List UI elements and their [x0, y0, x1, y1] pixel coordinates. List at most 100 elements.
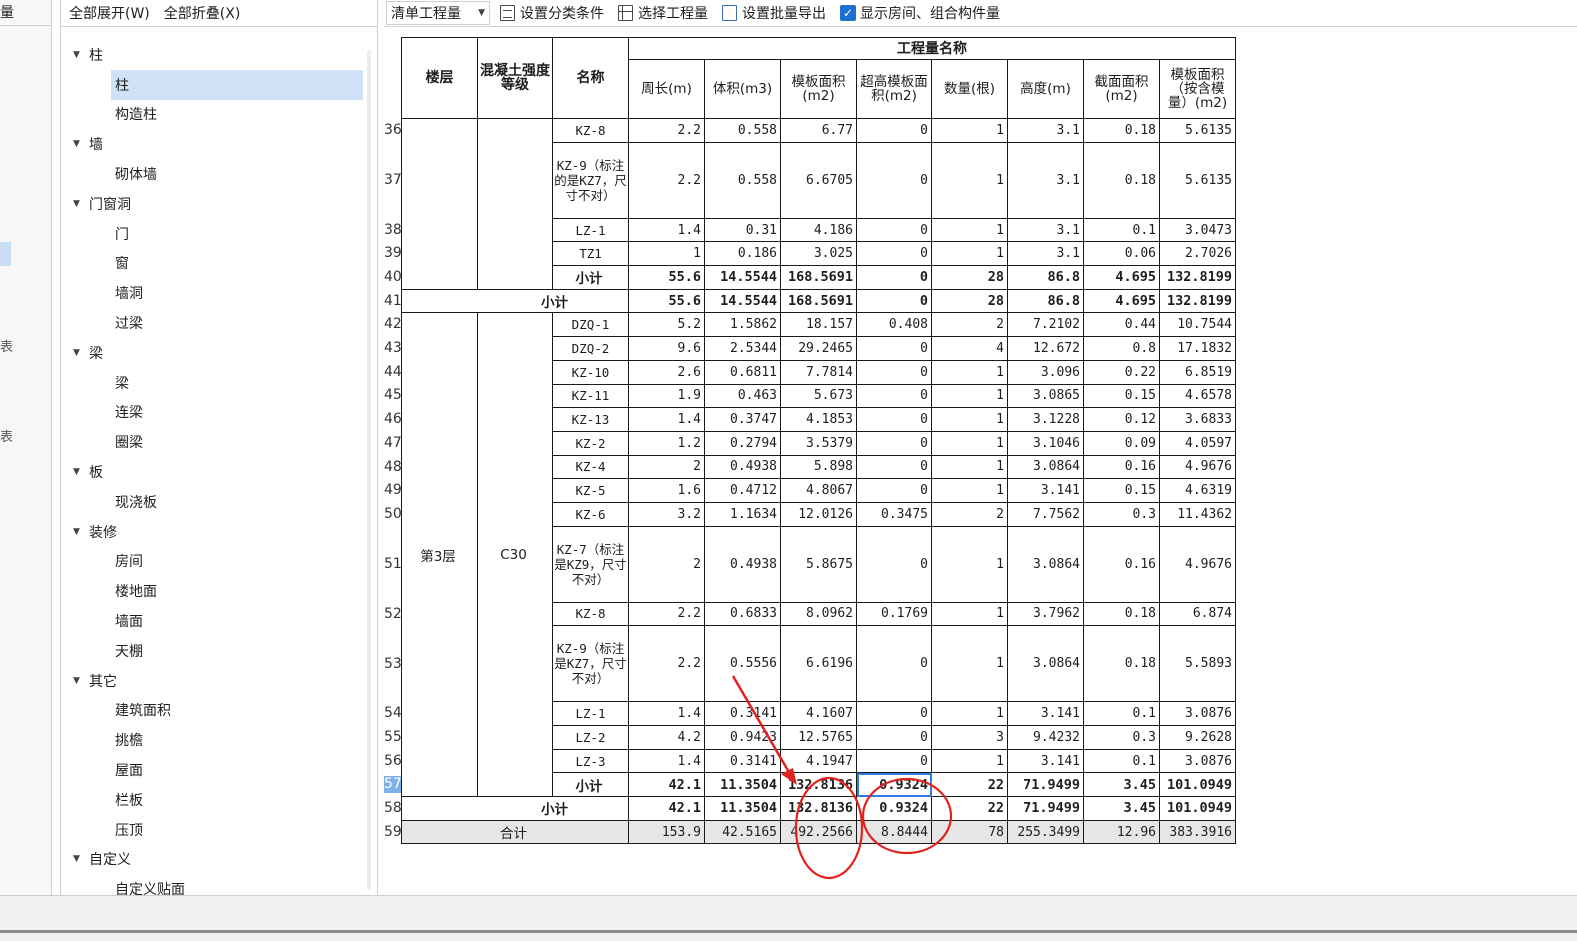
value-cell[interactable]: 8.0962	[780, 601, 857, 627]
value-cell[interactable]: 55.6	[628, 265, 705, 290]
value-cell[interactable]: 0.18	[1083, 141, 1160, 219]
value-cell[interactable]: 3.0864	[1007, 525, 1084, 603]
value-cell[interactable]: 42.1	[628, 796, 705, 821]
tree-item[interactable]: 圈梁	[61, 427, 371, 457]
table-row[interactable]: 小计 42.1 11.3504 132.8136 0.9324 22 71.9499 3.45…	[401, 796, 1236, 821]
value-cell[interactable]: 11.3504	[704, 772, 781, 798]
value-cell[interactable]: 86.8	[1007, 265, 1084, 290]
collapse-arrow-icon[interactable]: ▼	[73, 50, 89, 60]
value-cell[interactable]: 2	[628, 525, 705, 603]
tree-item[interactable]: 墙面	[61, 606, 371, 636]
floor-subtotal-label[interactable]: 小计	[401, 796, 629, 821]
value-cell[interactable]: 0.15	[1083, 383, 1160, 409]
collapse-arrow-icon[interactable]: ▼	[73, 348, 89, 358]
value-cell[interactable]: 1.4	[628, 748, 705, 774]
value-cell[interactable]: 3.1	[1007, 241, 1084, 267]
value-cell[interactable]: 0	[856, 336, 932, 361]
value-cell[interactable]: 0.9324	[856, 772, 932, 798]
row-number[interactable]: 40	[384, 269, 402, 286]
value-cell[interactable]: 0.8	[1083, 336, 1160, 361]
component-name-cell[interactable]: KZ-2	[552, 430, 629, 456]
value-cell[interactable]: 132.8136	[780, 772, 857, 798]
value-cell[interactable]: 9.2628	[1159, 725, 1236, 750]
component-name-cell[interactable]: KZ-7（标注是KZ9，尺寸不对）	[552, 525, 629, 603]
component-name-cell[interactable]: LZ-1	[552, 701, 629, 726]
value-cell[interactable]: 0.18	[1083, 118, 1160, 143]
value-cell[interactable]: 5.6135	[1159, 141, 1236, 219]
value-cell[interactable]: 3.1	[1007, 118, 1084, 143]
value-cell[interactable]: 6.8519	[1159, 359, 1236, 385]
value-cell[interactable]: 0.09	[1083, 430, 1160, 456]
value-cell[interactable]: 1	[931, 359, 1008, 385]
value-cell[interactable]: 1	[931, 601, 1008, 627]
value-cell[interactable]: 0	[856, 383, 932, 409]
value-cell[interactable]: 0.16	[1083, 454, 1160, 480]
value-cell[interactable]: 2	[628, 454, 705, 480]
value-cell[interactable]: 28	[931, 288, 1008, 314]
tree-item[interactable]: 过梁	[61, 308, 371, 338]
value-cell[interactable]: 12.96	[1083, 819, 1160, 845]
component-name-cell[interactable]: KZ-9（标注是KZ7，尺寸不对）	[552, 625, 629, 703]
value-cell[interactable]: 4.695	[1083, 288, 1160, 314]
value-cell[interactable]: 55.6	[628, 288, 705, 314]
floor-cell[interactable]	[401, 118, 478, 290]
value-cell[interactable]: 0.4938	[704, 525, 781, 603]
row-number[interactable]: 44	[384, 364, 402, 381]
value-cell[interactable]: 4.186	[780, 217, 857, 243]
value-cell[interactable]: 0.9324	[856, 796, 932, 821]
row-number[interactable]: 57	[384, 776, 402, 794]
value-cell[interactable]: 0.463	[704, 383, 781, 409]
tree-item[interactable]: 门	[61, 219, 371, 249]
subtotal-label[interactable]: 小计	[552, 265, 629, 290]
value-cell[interactable]: 0.558	[704, 141, 781, 219]
value-cell[interactable]: 0.16	[1083, 525, 1160, 603]
value-cell[interactable]: 3.025	[780, 241, 857, 267]
value-cell[interactable]: 0.6833	[704, 601, 781, 627]
value-cell[interactable]: 1	[931, 217, 1008, 243]
row-number[interactable]: 58	[384, 800, 402, 817]
component-name-cell[interactable]: KZ-9（标注的是KZ7，尺寸不对）	[552, 141, 629, 219]
value-cell[interactable]: 4.9676	[1159, 454, 1236, 480]
value-cell[interactable]: 29.2465	[780, 336, 857, 361]
value-cell[interactable]: 1.4	[628, 217, 705, 243]
row-number[interactable]: 43	[384, 340, 402, 357]
tree-item[interactable]: 现浇板	[61, 487, 371, 517]
value-cell[interactable]: 2.2	[628, 625, 705, 703]
value-cell[interactable]: 1	[931, 141, 1008, 219]
tree-category[interactable]: ▼ 板	[61, 457, 371, 487]
tree-category[interactable]: ▼ 柱	[61, 40, 371, 70]
tree-item[interactable]: 连梁	[61, 398, 371, 428]
value-cell[interactable]: 3.1	[1007, 217, 1084, 243]
value-cell[interactable]: 0	[856, 359, 932, 385]
row-number[interactable]: 38	[384, 222, 402, 239]
value-cell[interactable]: 3.0864	[1007, 454, 1084, 480]
component-name-cell[interactable]: TZ1	[552, 241, 629, 267]
tree-category[interactable]: ▼ 自定义	[61, 845, 371, 875]
value-cell[interactable]: 3.7962	[1007, 601, 1084, 627]
tree-category[interactable]: ▼ 墙	[61, 129, 371, 159]
table-row[interactable]: 小计 55.6 14.5544 168.5691 0 28 86.8 4.695 132.819…	[401, 288, 1236, 314]
value-cell[interactable]: 0.18	[1083, 625, 1160, 703]
tree-item[interactable]: 墙洞	[61, 278, 371, 308]
value-cell[interactable]: 3.2	[628, 501, 705, 527]
value-cell[interactable]: 7.7562	[1007, 501, 1084, 527]
collapse-all-button[interactable]: 全部折叠(X)	[164, 3, 241, 23]
value-cell[interactable]: 4.8067	[780, 478, 857, 503]
value-cell[interactable]: 3.5379	[780, 430, 857, 456]
tree-item[interactable]: 砌体墙	[61, 159, 371, 189]
value-cell[interactable]: 2.2	[628, 141, 705, 219]
value-cell[interactable]: 14.5544	[704, 265, 781, 290]
value-cell[interactable]: 3.141	[1007, 748, 1084, 774]
row-number[interactable]: 41	[384, 293, 402, 310]
value-cell[interactable]: 42.5165	[704, 819, 781, 845]
value-cell[interactable]: 0.18	[1083, 601, 1160, 627]
value-cell[interactable]: 4.2	[628, 725, 705, 750]
value-cell[interactable]: 0	[856, 625, 932, 703]
tree-item[interactable]: 栏板	[61, 785, 371, 815]
value-cell[interactable]: 0	[856, 430, 932, 456]
value-cell[interactable]: 492.2566	[780, 819, 857, 845]
value-cell[interactable]: 4.695	[1083, 265, 1160, 290]
tree-item[interactable]: 梁	[61, 368, 371, 398]
value-cell[interactable]: 3	[931, 725, 1008, 750]
value-cell[interactable]: 3.096	[1007, 359, 1084, 385]
